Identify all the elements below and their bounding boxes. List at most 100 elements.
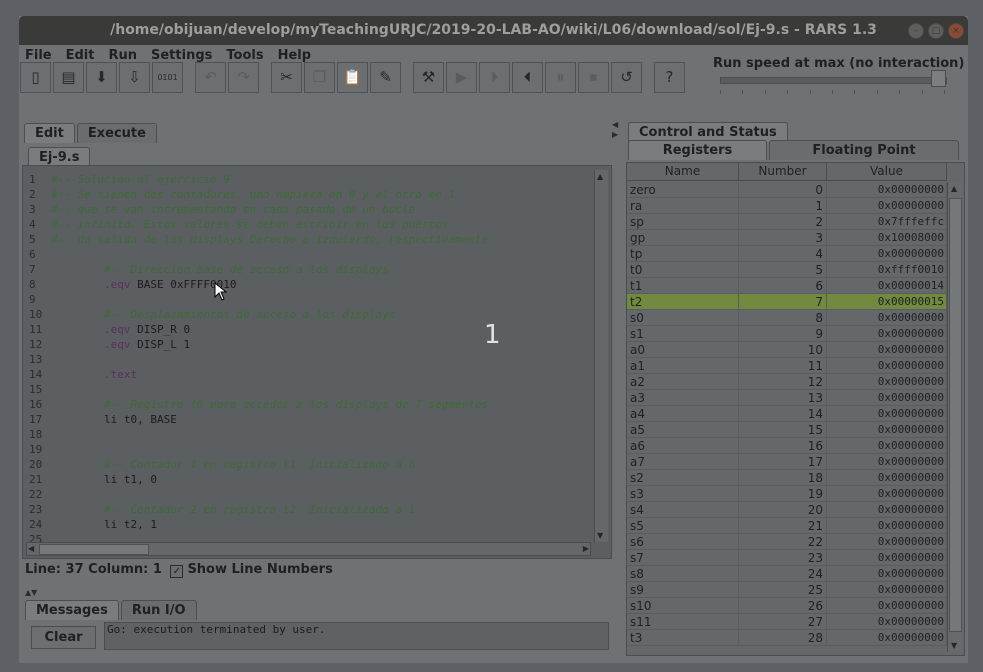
messages-output[interactable]: Go: execution terminated by user.: [104, 622, 609, 650]
scroll-right-icon[interactable]: ▶: [583, 544, 589, 553]
register-row[interactable]: a6 16 0x00000000: [627, 438, 947, 454]
register-row[interactable]: a2 12 0x00000000: [627, 374, 947, 390]
register-value[interactable]: 0x00000000: [827, 182, 947, 197]
column-header-number[interactable]: Number: [739, 163, 827, 180]
register-value[interactable]: 0x00000000: [827, 438, 947, 453]
tab-execute[interactable]: Execute: [76, 123, 157, 143]
stop-button[interactable]: ⏹: [578, 61, 609, 93]
register-value[interactable]: 0x00000000: [827, 518, 947, 533]
code-line[interactable]: 22: [23, 487, 488, 502]
register-value[interactable]: 0x00000000: [827, 566, 947, 581]
new-file-button[interactable]: ▯: [20, 61, 51, 93]
editor-horizontal-scrollbar[interactable]: ◀ ▶: [26, 542, 591, 556]
code-line[interactable]: 19: [23, 442, 488, 457]
register-value[interactable]: 0x00000000: [827, 358, 947, 373]
register-value[interactable]: 0x00000000: [827, 422, 947, 437]
save-as-button[interactable]: ⇩: [119, 61, 150, 93]
register-row[interactable]: a5 15 0x00000000: [627, 422, 947, 438]
register-value[interactable]: 0x00000000: [827, 374, 947, 389]
register-row[interactable]: a3 13 0x00000000: [627, 390, 947, 406]
register-value[interactable]: 0x00000015: [827, 294, 947, 309]
code-line[interactable]: 18: [23, 427, 488, 442]
register-value[interactable]: 0x00000000: [827, 502, 947, 517]
code-line[interactable]: 5 #-- de salida de los displays Derecho e…: [23, 232, 488, 247]
register-value[interactable]: 0x10008000: [827, 230, 947, 245]
tab-edit[interactable]: Edit: [24, 123, 75, 143]
cut-button[interactable]: ✂: [271, 61, 302, 93]
code-line[interactable]: 6: [23, 247, 488, 262]
register-value[interactable]: 0x00000000: [827, 326, 947, 341]
register-row[interactable]: gp 3 0x10008000: [627, 230, 947, 246]
register-row[interactable]: s9 25 0x00000000: [627, 582, 947, 598]
code-line[interactable]: 13: [23, 352, 488, 367]
code-line[interactable]: 9: [23, 292, 488, 307]
redo-button[interactable]: ↷: [228, 61, 259, 93]
code-line[interactable]: 23 #-- Contador 2 en registro t2. Inicia…: [23, 502, 488, 517]
reset-button[interactable]: ↺: [611, 61, 642, 93]
scroll-down-icon[interactable]: ▼: [951, 641, 957, 650]
register-row[interactable]: tp 4 0x00000000: [627, 246, 947, 262]
code-lines[interactable]: 1 #-- Solucion al ejercicio 9 2 #-- Se tien…: [23, 172, 488, 547]
register-row[interactable]: s8 24 0x00000000: [627, 566, 947, 582]
register-row[interactable]: s0 8 0x00000000: [627, 310, 947, 326]
minimize-icon[interactable]: –: [908, 23, 924, 39]
collapse-left-icon[interactable]: ◀: [612, 120, 618, 129]
register-value[interactable]: 0x00000000: [827, 486, 947, 501]
paste-button[interactable]: 📋: [337, 61, 368, 93]
close-icon[interactable]: ×: [948, 23, 964, 39]
register-row[interactable]: a4 14 0x00000000: [627, 406, 947, 422]
expand-right-icon[interactable]: ▶: [612, 130, 618, 139]
open-file-button[interactable]: ▤: [53, 61, 84, 93]
split-divider[interactable]: ◀ ▶: [612, 120, 622, 660]
run-button[interactable]: ▶: [446, 61, 477, 93]
register-value[interactable]: 0x00000000: [827, 614, 947, 629]
register-value[interactable]: 0x00000000: [827, 198, 947, 213]
title-bar[interactable]: /home/obijuan/develop/myTeachingURJC/201…: [19, 16, 968, 45]
register-value[interactable]: 0x00000000: [827, 390, 947, 405]
register-row[interactable]: t1 6 0x00000014: [627, 278, 947, 294]
register-value[interactable]: 0x00000000: [827, 470, 947, 485]
code-line[interactable]: 4 #-- infinito. Estos valores se deben es…: [23, 217, 488, 232]
code-editor[interactable]: 1 #-- Solucion al ejercicio 9 2 #-- Se tien…: [22, 165, 612, 559]
register-row[interactable]: s6 22 0x00000000: [627, 534, 947, 550]
register-row[interactable]: ra 1 0x00000000: [627, 198, 947, 214]
pause-button[interactable]: ⏸: [545, 61, 576, 93]
scroll-up-icon[interactable]: ▲: [597, 172, 603, 181]
maximize-icon[interactable]: □: [928, 23, 944, 39]
register-value[interactable]: 0x00000000: [827, 550, 947, 565]
register-value[interactable]: 0x00000000: [827, 598, 947, 613]
code-line[interactable]: 1 #-- Solucion al ejercicio 9: [23, 172, 488, 187]
backstep-button[interactable]: ⏴: [512, 61, 543, 93]
register-row[interactable]: t3 28 0x00000000: [627, 630, 947, 646]
register-value[interactable]: 0x00000000: [827, 630, 947, 645]
tab-control-and-status[interactable]: Control and Status: [628, 122, 788, 142]
code-line[interactable]: 15: [23, 382, 488, 397]
code-line[interactable]: 11 .eqv DISP_R 0: [23, 322, 488, 337]
find-replace-button[interactable]: ✎: [370, 61, 401, 93]
file-tab-ej9[interactable]: Ej-9.s: [28, 147, 91, 167]
register-row[interactable]: a0 10 0x00000000: [627, 342, 947, 358]
register-value[interactable]: 0x7fffeffc: [827, 214, 947, 229]
register-value[interactable]: 0x00000000: [827, 454, 947, 469]
editor-vertical-scrollbar[interactable]: ▲ ▼: [594, 170, 608, 542]
run-speed-slider[interactable]: [720, 77, 947, 84]
code-line[interactable]: 24 li t2, 1: [23, 517, 488, 532]
tab-floating-point[interactable]: Floating Point: [769, 140, 959, 160]
save-file-button[interactable]: ⬇: [86, 61, 117, 93]
show-line-numbers-checkbox[interactable]: ✓: [170, 565, 184, 578]
register-row[interactable]: s10 26 0x00000000: [627, 598, 947, 614]
register-row[interactable]: t0 5 0xffff0010: [627, 262, 947, 278]
code-line[interactable]: 2 #-- Se tienen dos contadores, uno empie…: [23, 187, 488, 202]
register-row[interactable]: s5 21 0x00000000: [627, 518, 947, 534]
register-row[interactable]: s11 27 0x00000000: [627, 614, 947, 630]
run-speed-slider-thumb[interactable]: [931, 70, 946, 87]
code-line[interactable]: 20 #-- Contador 1 en registro t1. Inicia…: [23, 457, 488, 472]
help-button[interactable]: ?: [654, 61, 685, 93]
register-row[interactable]: s7 23 0x00000000: [627, 550, 947, 566]
clear-button[interactable]: Clear: [31, 626, 96, 649]
register-value[interactable]: 0x00000000: [827, 246, 947, 261]
registers-scroll-thumb[interactable]: [949, 198, 962, 632]
copy-button[interactable]: ❐: [304, 61, 335, 93]
horizontal-scroll-thumb[interactable]: [39, 544, 149, 555]
assemble-button[interactable]: ⚒: [413, 61, 444, 93]
